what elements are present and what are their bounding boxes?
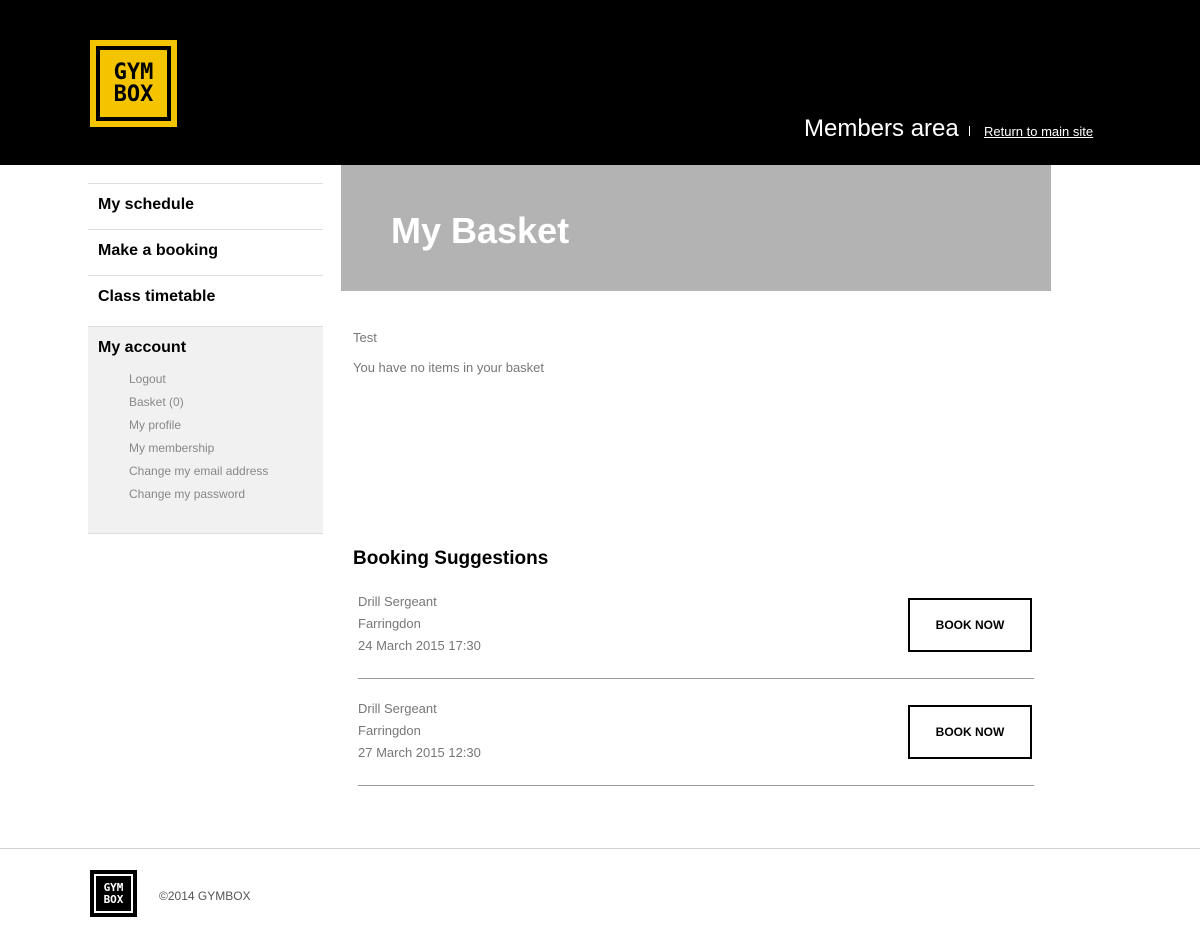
logo-line-2: BOX: [113, 81, 154, 107]
suggestion-location: Farringdon: [358, 616, 421, 631]
page-title: My Basket: [391, 210, 570, 251]
return-to-main-site-link[interactable]: Return to main site: [984, 124, 1093, 139]
book-now-button[interactable]: BOOK NOW: [908, 705, 1032, 759]
logo-frame: GYM BOX: [96, 46, 171, 121]
book-now-button[interactable]: BOOK NOW: [908, 598, 1032, 652]
gymbox-logo[interactable]: GYM BOX ™: [90, 40, 177, 127]
header-divider: [969, 126, 970, 136]
my-account-panel: My account Logout Basket (0) My profile …: [88, 326, 323, 534]
my-profile-link[interactable]: My profile: [129, 418, 181, 432]
footer-logo-line-1: GYM: [103, 880, 124, 894]
sidebar-item-make-booking[interactable]: Make a booking: [88, 229, 323, 275]
logo-line-1: GYM: [113, 59, 154, 85]
members-area-title: Members area: [804, 115, 959, 142]
empty-basket-message: You have no items in your basket: [353, 360, 545, 375]
footer-divider: [0, 848, 1200, 849]
footer-logo-frame: GYM BOX: [94, 874, 133, 913]
booking-suggestions-heading: Booking Suggestions: [353, 548, 549, 569]
test-text: Test: [353, 330, 377, 345]
my-account-heading[interactable]: My account: [98, 339, 186, 357]
suggestion-class-name: Drill Sergeant: [358, 701, 437, 716]
suggestion-location: Farringdon: [358, 723, 421, 738]
site-header: GYM BOX ™ Members area Return to main si…: [0, 0, 1200, 165]
my-membership-link[interactable]: My membership: [129, 441, 214, 455]
trademark-mark: ™: [163, 48, 169, 54]
sidebar-item-class-timetable[interactable]: Class timetable: [88, 275, 323, 321]
suggestion-class-name: Drill Sergeant: [358, 594, 437, 609]
footer-logo-line-2: BOX: [103, 892, 124, 906]
copyright-text: ©2014 GYMBOX: [159, 889, 251, 903]
change-email-link[interactable]: Change my email address: [129, 464, 268, 478]
suggestion-row: Drill Sergeant Farringdon 27 March 2015 …: [358, 679, 1034, 786]
footer-logo[interactable]: GYM BOX: [90, 870, 137, 917]
sidebar-item-my-schedule[interactable]: My schedule: [88, 183, 323, 229]
suggestion-row: Drill Sergeant Farringdon 24 March 2015 …: [358, 572, 1034, 679]
logout-link[interactable]: Logout: [129, 372, 166, 386]
basket-link[interactable]: Basket (0): [129, 395, 184, 409]
change-password-link[interactable]: Change my password: [129, 487, 245, 501]
suggestion-datetime: 27 March 2015 12:30: [358, 745, 481, 760]
suggestion-datetime: 24 March 2015 17:30: [358, 638, 481, 653]
page-banner: My Basket: [341, 165, 1051, 291]
